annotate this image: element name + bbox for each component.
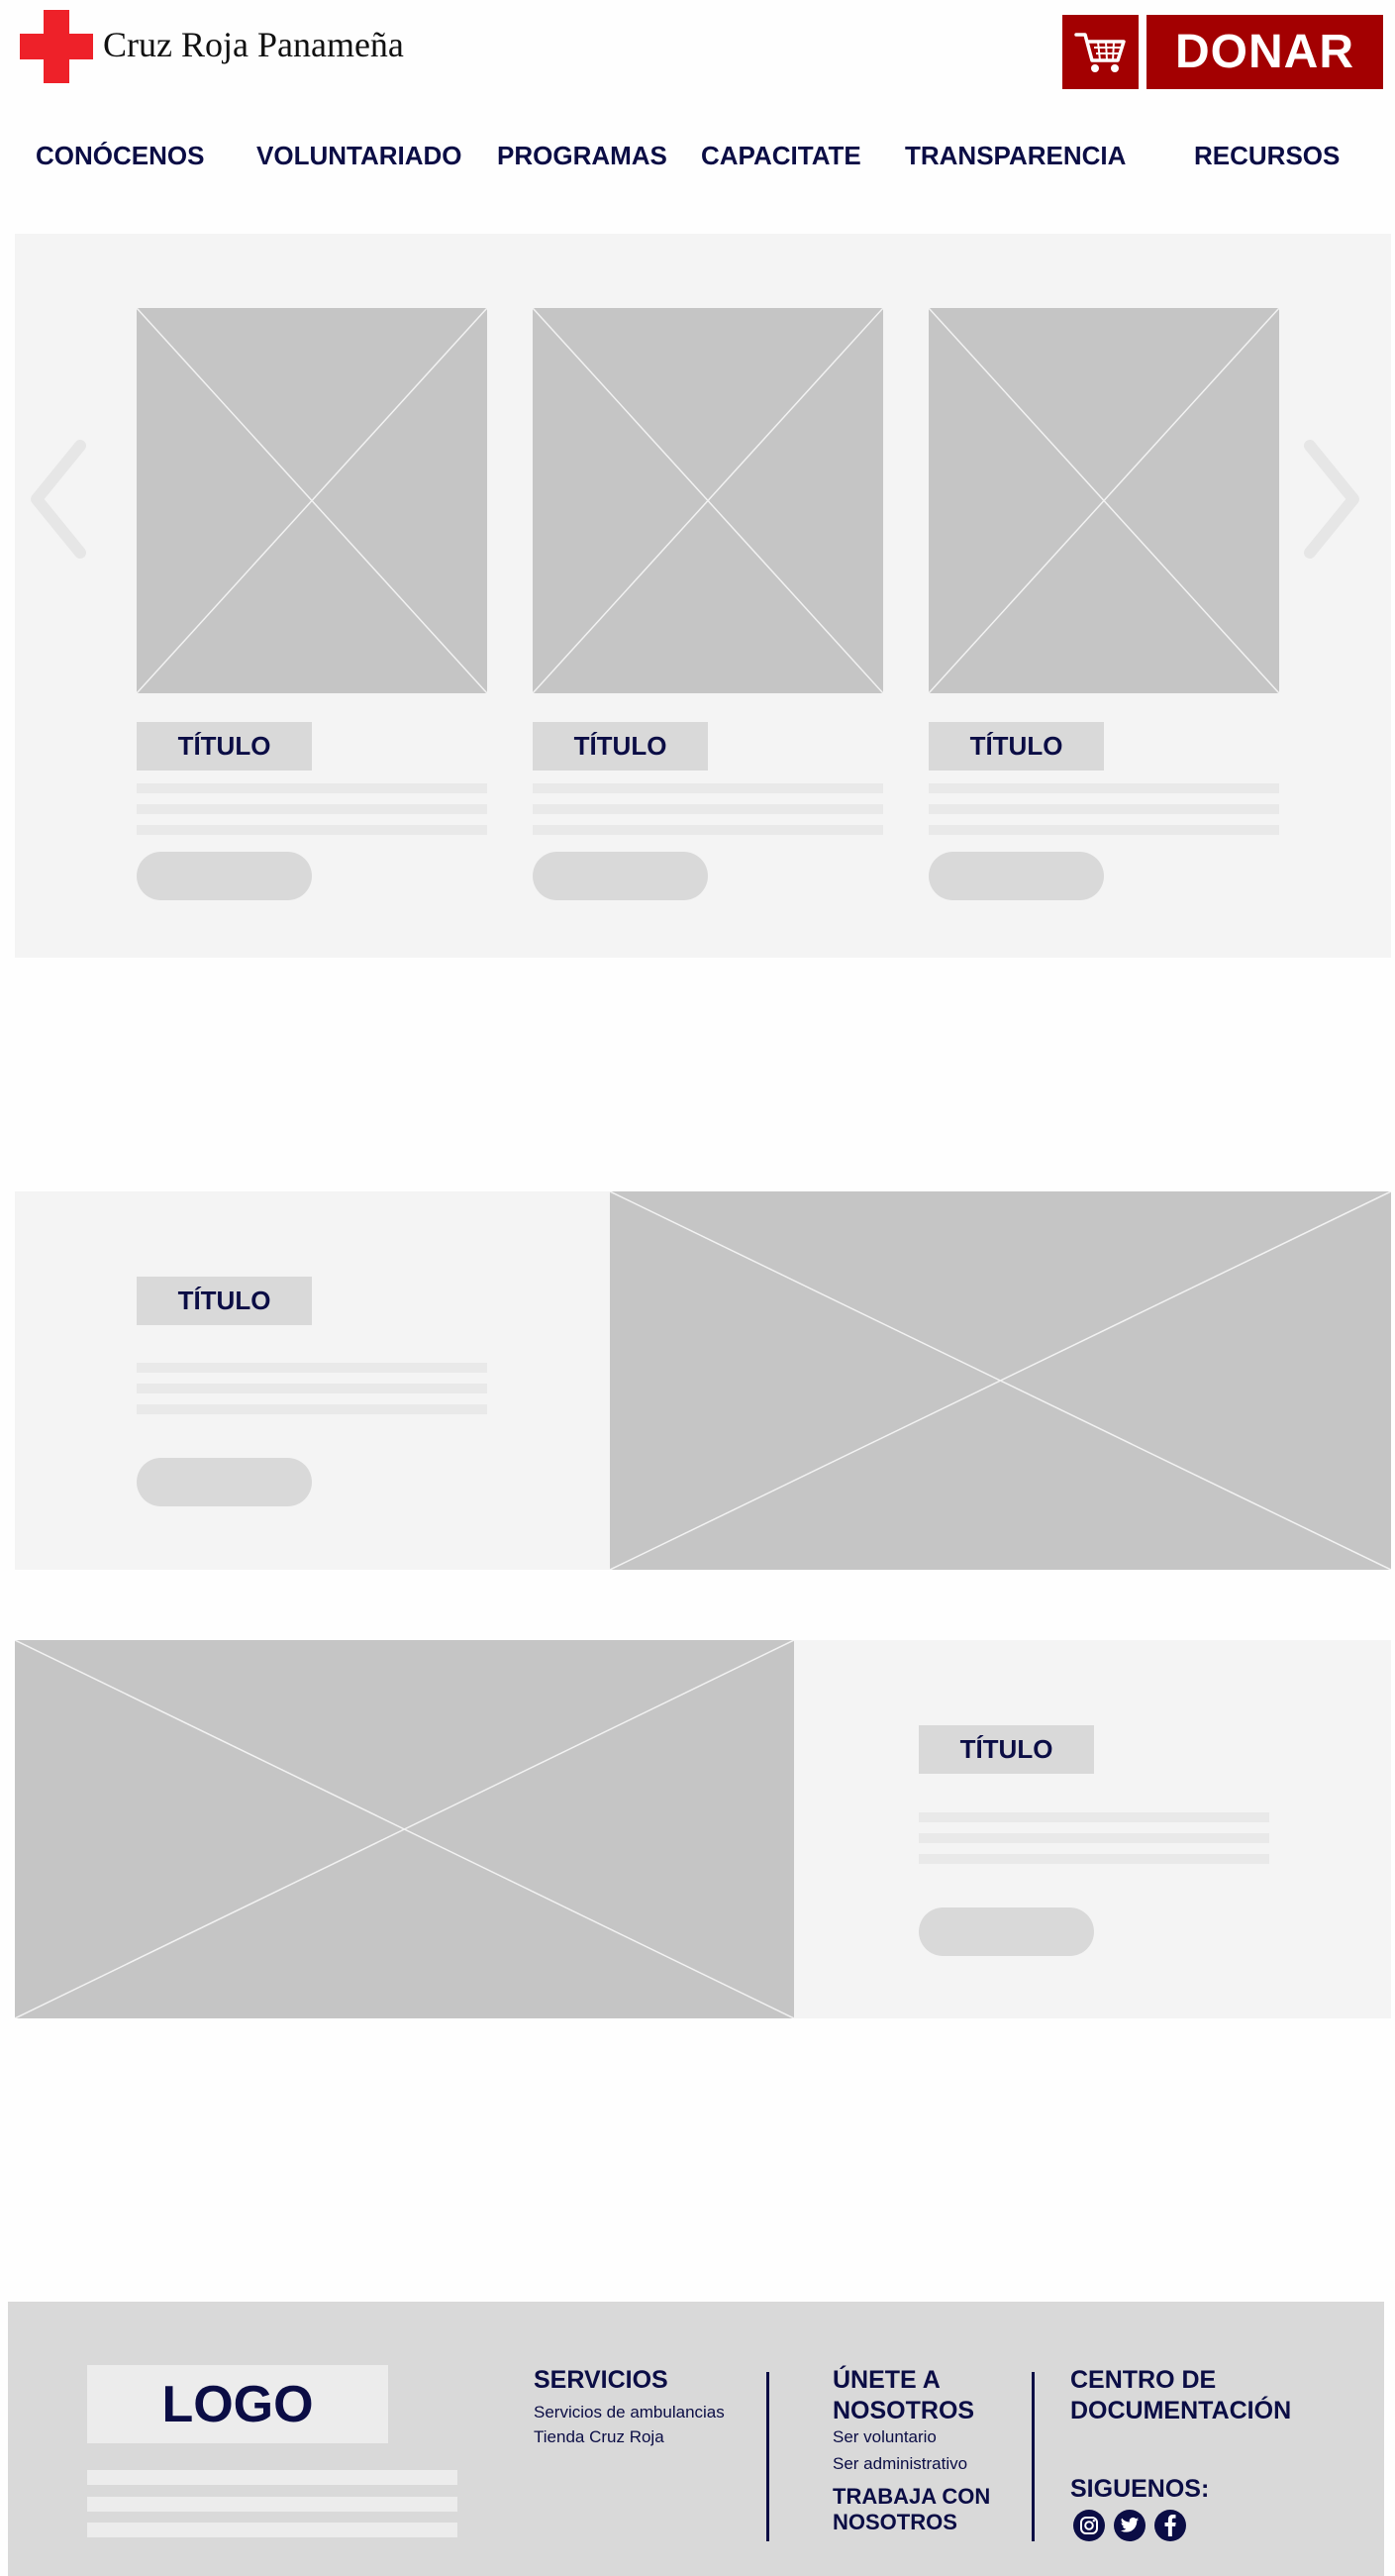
facebook-icon[interactable] bbox=[1154, 2510, 1186, 2541]
footer-heading-servicios: SERVICIOS bbox=[534, 2366, 668, 2394]
chevron-left-icon[interactable] bbox=[29, 438, 88, 561]
card-title: TÍTULO bbox=[137, 722, 312, 771]
nav-item-programas[interactable]: PROGRAMAS bbox=[497, 141, 667, 171]
nav-item-voluntariado[interactable]: VOLUNTARIADO bbox=[256, 141, 462, 171]
feature-title: TÍTULO bbox=[137, 1277, 312, 1325]
footer-heading-unete: ÚNETE A NOSOTROS bbox=[833, 2365, 974, 2426]
footer-heading-siguenos: SIGUENOS: bbox=[1070, 2475, 1210, 2503]
footer-logo[interactable]: LOGO bbox=[87, 2365, 388, 2443]
footer-divider bbox=[766, 2372, 769, 2541]
feature-section-right-text: TÍTULO bbox=[15, 1640, 1391, 2018]
feature-button[interactable] bbox=[919, 1907, 1094, 1956]
feature-image-placeholder bbox=[610, 1191, 1391, 1570]
text-line-placeholder bbox=[87, 2523, 457, 2537]
red-cross-horizontal bbox=[20, 34, 93, 59]
footer-link-voluntario[interactable]: Ser voluntario bbox=[833, 2427, 937, 2447]
chevron-right-icon[interactable] bbox=[1302, 438, 1361, 561]
card-title: TÍTULO bbox=[533, 722, 708, 771]
footer-heading-centro-line2: DOCUMENTACIÓN bbox=[1070, 2397, 1292, 2424]
footer-divider bbox=[1032, 2372, 1035, 2541]
feature-title: TÍTULO bbox=[919, 1725, 1094, 1774]
card-button[interactable] bbox=[137, 852, 312, 900]
nav-item-conocenos[interactable]: CONÓCENOS bbox=[36, 141, 204, 171]
footer-trabaja-line2: NOSOTROS bbox=[833, 2510, 957, 2534]
footer-link-administrativo[interactable]: Ser administrativo bbox=[833, 2454, 967, 2474]
text-line-placeholder bbox=[87, 2497, 457, 2512]
feature-section-left-text: TÍTULO bbox=[15, 1191, 1391, 1570]
text-line-placeholder bbox=[137, 1363, 487, 1373]
shopping-cart-icon bbox=[1073, 32, 1126, 72]
text-line-placeholder bbox=[533, 825, 883, 835]
text-line-placeholder bbox=[137, 1384, 487, 1393]
card-button[interactable] bbox=[929, 852, 1104, 900]
footer-heading-unete-line2: NOSOTROS bbox=[833, 2397, 975, 2424]
card-image-placeholder bbox=[137, 308, 487, 693]
footer-heading-unete-line1: ÚNETE A bbox=[833, 2366, 941, 2394]
cart-button[interactable] bbox=[1062, 15, 1139, 89]
nav-item-recursos[interactable]: RECURSOS bbox=[1194, 141, 1340, 171]
text-line-placeholder bbox=[137, 804, 487, 814]
footer-trabaja-line1: TRABAJA CON bbox=[833, 2484, 991, 2509]
feature-button[interactable] bbox=[137, 1458, 312, 1506]
card-title: TÍTULO bbox=[929, 722, 1104, 771]
text-line-placeholder bbox=[137, 783, 487, 793]
text-line-placeholder bbox=[929, 804, 1279, 814]
feature-image-placeholder bbox=[15, 1640, 794, 2018]
card-image-placeholder bbox=[929, 308, 1279, 693]
footer-link-trabaja[interactable]: TRABAJA CON NOSOTROS bbox=[833, 2484, 990, 2535]
footer-link-ambulancias[interactable]: Servicios de ambulancias bbox=[534, 2403, 725, 2422]
text-line-placeholder bbox=[533, 804, 883, 814]
brand-name: Cruz Roja Panameña bbox=[103, 25, 404, 64]
footer: LOGO SERVICIOS Servicios de ambulancias … bbox=[8, 2302, 1384, 2576]
footer-heading-centro[interactable]: CENTRO DE DOCUMENTACIÓN bbox=[1070, 2365, 1291, 2426]
text-line-placeholder bbox=[919, 1812, 1269, 1822]
text-line-placeholder bbox=[929, 825, 1279, 835]
card-button[interactable] bbox=[533, 852, 708, 900]
text-line-placeholder bbox=[137, 825, 487, 835]
text-line-placeholder bbox=[919, 1833, 1269, 1843]
nav-item-capacitate[interactable]: CAPACITATE bbox=[701, 141, 861, 171]
text-line-placeholder bbox=[87, 2470, 457, 2485]
card-image-placeholder bbox=[533, 308, 883, 693]
instagram-icon[interactable] bbox=[1073, 2510, 1105, 2541]
text-line-placeholder bbox=[919, 1854, 1269, 1864]
carousel-section: TÍTULO TÍTULO TÍTULO bbox=[15, 234, 1391, 958]
text-line-placeholder bbox=[929, 783, 1279, 793]
nav-item-transparencia[interactable]: TRANSPARENCIA bbox=[905, 141, 1126, 171]
text-line-placeholder bbox=[137, 1404, 487, 1414]
twitter-icon[interactable] bbox=[1114, 2510, 1146, 2541]
footer-heading-centro-line1: CENTRO DE bbox=[1070, 2366, 1217, 2394]
footer-link-tienda[interactable]: Tienda Cruz Roja bbox=[534, 2427, 664, 2447]
text-line-placeholder bbox=[533, 783, 883, 793]
donate-button[interactable]: DONAR bbox=[1146, 15, 1383, 89]
